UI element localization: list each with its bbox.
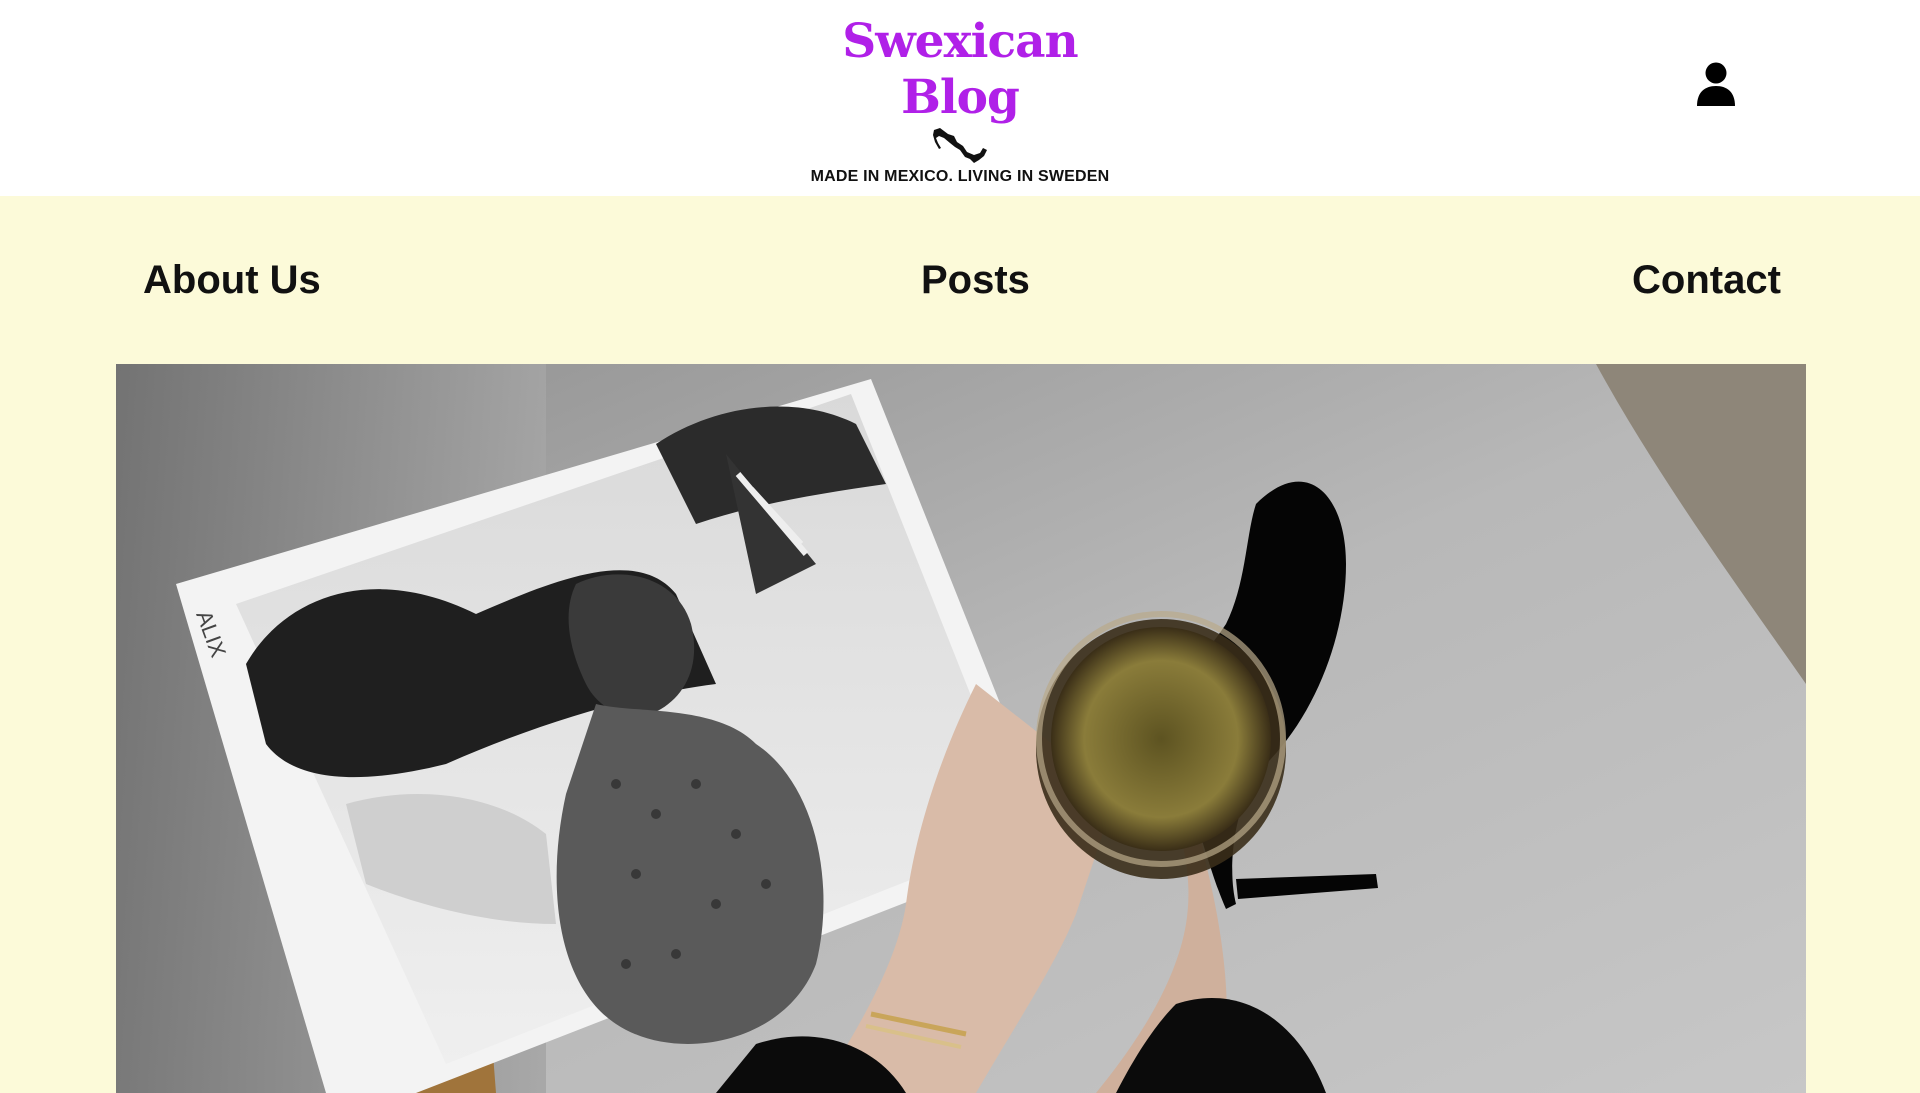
site-header: Swexican Blog MADE IN MEXICO. LIVING IN … bbox=[0, 0, 1920, 196]
hero-image: ALIX bbox=[116, 364, 1806, 1093]
hero-photo: ALIX bbox=[116, 364, 1806, 1093]
nav-item-about-us[interactable]: About Us bbox=[143, 256, 321, 304]
brand-title[interactable]: Swexican Blog bbox=[780, 14, 1140, 126]
brand-tagline: MADE IN MEXICO. LIVING IN SWEDEN bbox=[810, 168, 1110, 185]
nav-item-contact[interactable]: Contact bbox=[1632, 256, 1781, 304]
mexico-map-icon bbox=[933, 128, 987, 163]
user-account-button[interactable] bbox=[1692, 60, 1740, 110]
user-icon bbox=[1697, 62, 1735, 106]
nav-item-posts[interactable]: Posts bbox=[921, 256, 1030, 304]
brand-logo[interactable]: Swexican Blog MADE IN MEXICO. LIVING IN … bbox=[780, 14, 1140, 186]
